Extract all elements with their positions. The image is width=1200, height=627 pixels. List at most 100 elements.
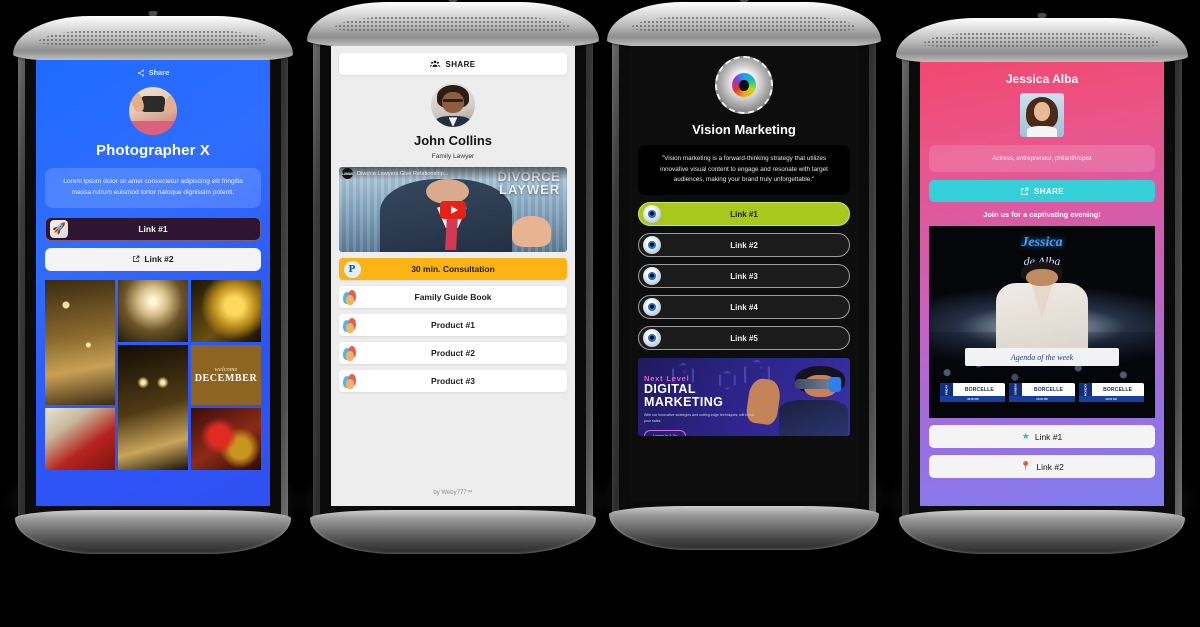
avatar (1020, 93, 1064, 137)
banner-title-line2: MARKETING (644, 395, 724, 410)
front-camera-icon (1037, 13, 1047, 18)
eyeball-icon (643, 236, 661, 255)
family-heart-icon (343, 372, 361, 390)
poster-ribbon: Agenda of the week (965, 348, 1119, 366)
poster-title-line1: Jessica (1021, 235, 1063, 250)
product-1-label: Product #1 (431, 320, 475, 330)
link-button-product-2[interactable]: Product #2 (339, 342, 567, 364)
video-caption: Divorce Lawyers Give Relationship... (357, 170, 449, 177)
share-label: SHARE (1033, 186, 1064, 196)
phone-mockup-photographer-x: Share Photographer X Lorem ipsum dolor s… (7, 11, 299, 554)
date-card-time: 08:00 PM (1009, 396, 1075, 402)
share-button[interactable]: SHARE (339, 53, 567, 75)
phone-top-chrome (896, 13, 1188, 64)
eyeball-icon (643, 205, 661, 224)
link-button-2[interactable]: 📍 Link #2 (929, 455, 1155, 478)
date-card[interactable]: FRIDAY BORCELLE 08:00 PM (940, 383, 1006, 402)
profile-name: Vision Marketing (692, 122, 796, 137)
people-group-icon (430, 60, 441, 67)
family-heart-icon (343, 288, 361, 306)
link-button-3[interactable]: Link #3 (638, 264, 850, 289)
grid-tile[interactable] (191, 279, 261, 342)
link-button-5[interactable]: Link #5 (638, 326, 850, 351)
share-button[interactable]: Share (36, 60, 270, 83)
link-button-product-3[interactable]: Product #3 (339, 370, 567, 392)
share-button[interactable]: SHARE (929, 180, 1155, 202)
share-label: SHARE (445, 59, 476, 69)
star-icon: ★ (1021, 431, 1030, 441)
speaker-grille (922, 32, 1162, 48)
eyeball-icon (643, 267, 661, 286)
concert-poster[interactable]: Jessica de Alba Agenda of the week FRIDA… (929, 226, 1155, 418)
date-card[interactable]: MONDAY BORCELLE 08:00 PM (1078, 383, 1144, 402)
colorful-eye-icon (715, 56, 773, 114)
tagline: Join us for a captivating evening! (983, 210, 1101, 219)
profile-name: John Collins (414, 133, 492, 148)
grid-tile[interactable] (191, 407, 261, 470)
link-button-consultation[interactable]: P 30 min. Consultation (339, 258, 567, 280)
phone-top-chrome (12, 11, 294, 62)
link-button-1[interactable]: ★ Link #1 (929, 425, 1155, 448)
map-pin-icon: 📍 (1020, 461, 1032, 471)
guide-book-label: Family Guide Book (414, 292, 492, 302)
banner-cta-button[interactable]: Lorem Ip & Do (644, 430, 687, 437)
link-2-label: Link #2 (1036, 461, 1064, 472)
profile-name: Photographer X (96, 142, 210, 159)
rocket-icon: 🚀 (50, 219, 68, 238)
family-heart-icon (343, 344, 361, 362)
grid-tile[interactable] (118, 279, 188, 342)
consultation-label: 30 min. Consultation (411, 264, 495, 274)
avatar (431, 83, 475, 127)
link-button-product-1[interactable]: Product #1 (339, 314, 567, 336)
date-card-day: FRIDAY (940, 383, 954, 396)
video-subject-tie (445, 216, 459, 251)
youtube-play-icon[interactable] (440, 200, 466, 219)
link-button-1[interactable]: Link #1 (638, 202, 850, 227)
family-heart-icon (343, 316, 361, 334)
phone-top-chrome (307, 0, 599, 48)
date-card-brand: BORCELLE (1103, 386, 1133, 393)
grid-tile[interactable] (45, 279, 115, 405)
photo-grid[interactable]: welcome DECEMBER (45, 279, 261, 470)
digital-marketing-banner[interactable]: Next Level DIGITAL MARKETING With our in… (638, 358, 850, 437)
share-nodes-icon (137, 69, 144, 76)
phone-screen: SHARE John Collins Family Lawyer LAYWER … (331, 46, 575, 506)
profile-quote: "Vision marketing is a forward-thinking … (638, 145, 850, 196)
date-card-brand: BORCELLE (1033, 386, 1064, 393)
link-button-2[interactable]: Link #2 (45, 247, 261, 271)
profile-role: Family Lawyer (431, 153, 475, 160)
phone-bottom-chrome (310, 510, 596, 554)
welcome-text: welcome (214, 365, 238, 373)
grid-tile[interactable] (45, 407, 115, 470)
link-button-1[interactable]: 🚀 Link #1 (45, 216, 261, 241)
link-button-4[interactable]: Link #4 (638, 295, 850, 320)
avatar (129, 87, 177, 135)
date-card-brand: BORCELLE (964, 386, 994, 393)
link-5-label: Link #5 (730, 333, 758, 343)
external-link-icon (133, 255, 140, 263)
phone-bottom-chrome (899, 510, 1185, 554)
product-3-label: Product #3 (431, 376, 475, 386)
phone-screen: Jessica Alba Actress, entrepreneur, phil… (920, 62, 1164, 506)
video-embed[interactable]: DIVORCE LAYWER LUMAS Divorce Lawyers Giv… (339, 167, 567, 252)
link-3-label: Link #3 (730, 271, 758, 281)
phone-screen: Vision Marketing "Vision marketing is a … (630, 46, 858, 502)
link-1-label: Link #1 (138, 223, 168, 234)
share-label: Share (148, 68, 170, 77)
link-2-label: Link #2 (730, 240, 758, 250)
grid-tile[interactable] (118, 344, 188, 470)
channel-badge: LUMAS (342, 168, 353, 179)
eyeball-icon (643, 329, 661, 348)
link-button-guide-book[interactable]: Family Guide Book (339, 286, 567, 308)
profile-bio: Actress, entrepreneur, philanthropist (929, 145, 1155, 172)
phone-mockup-vision-marketing: Vision Marketing "Vision marketing is a … (601, 0, 887, 550)
date-card[interactable]: SUNDAY BORCELLE 08:00 PM (1009, 383, 1075, 402)
grid-tile-welcome-december[interactable]: welcome DECEMBER (191, 344, 261, 405)
banner-text: Next Level DIGITAL MARKETING With our in… (644, 374, 756, 437)
phone-mockup-jessica-alba: Jessica Alba Actress, entrepreneur, phil… (890, 13, 1194, 554)
banner-subtitle: With our innovative strategies and cutti… (644, 413, 755, 423)
screenshot-stage: Share Photographer X Lorem ipsum dolor s… (0, 0, 1200, 627)
link-2-label: Link #2 (144, 254, 174, 265)
link-button-2[interactable]: Link #2 (638, 233, 850, 258)
phone-top-chrome (606, 0, 882, 48)
